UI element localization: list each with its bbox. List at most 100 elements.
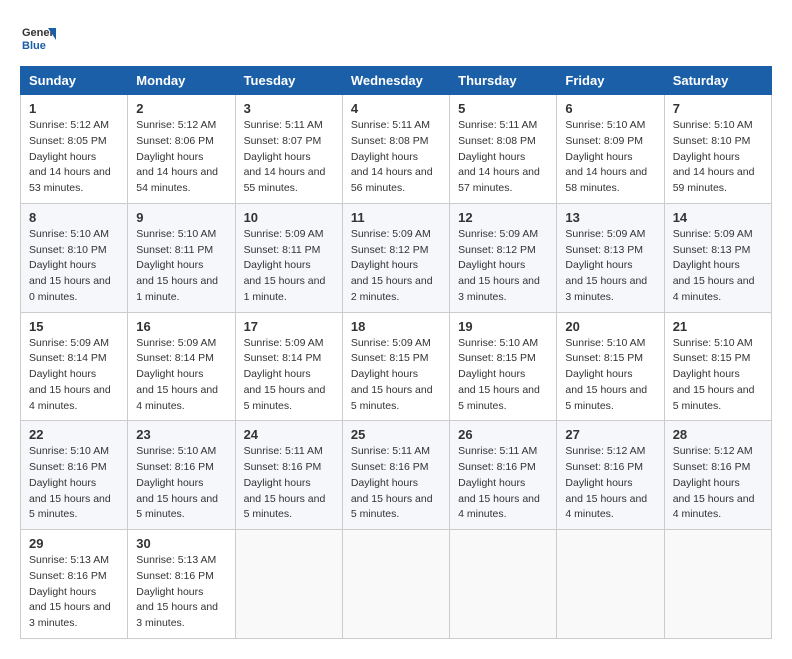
cell-details: Sunrise: 5:10 AMSunset: 8:10 PMDaylight … — [29, 228, 111, 303]
day-number: 1 — [29, 101, 119, 116]
cell-details: Sunrise: 5:11 AMSunset: 8:08 PMDaylight … — [458, 119, 540, 194]
day-of-week-header: Friday — [557, 67, 664, 95]
day-of-week-header: Thursday — [450, 67, 557, 95]
calendar-cell: 16 Sunrise: 5:09 AMSunset: 8:14 PMDaylig… — [128, 312, 235, 421]
calendar-cell: 3 Sunrise: 5:11 AMSunset: 8:07 PMDayligh… — [235, 95, 342, 204]
calendar-cell: 21 Sunrise: 5:10 AMSunset: 8:15 PMDaylig… — [664, 312, 771, 421]
cell-details: Sunrise: 5:09 AMSunset: 8:15 PMDaylight … — [351, 337, 433, 412]
cell-details: Sunrise: 5:10 AMSunset: 8:09 PMDaylight … — [565, 119, 647, 194]
calendar-cell — [235, 530, 342, 639]
day-number: 23 — [136, 427, 226, 442]
cell-details: Sunrise: 5:09 AMSunset: 8:12 PMDaylight … — [458, 228, 540, 303]
day-of-week-header: Sunday — [21, 67, 128, 95]
day-number: 16 — [136, 319, 226, 334]
cell-details: Sunrise: 5:11 AMSunset: 8:16 PMDaylight … — [458, 445, 540, 520]
day-number: 5 — [458, 101, 548, 116]
calendar-cell: 23 Sunrise: 5:10 AMSunset: 8:16 PMDaylig… — [128, 421, 235, 530]
calendar-week-row: 8 Sunrise: 5:10 AMSunset: 8:10 PMDayligh… — [21, 203, 772, 312]
day-of-week-header: Wednesday — [342, 67, 449, 95]
day-number: 30 — [136, 536, 226, 551]
cell-details: Sunrise: 5:11 AMSunset: 8:16 PMDaylight … — [244, 445, 326, 520]
calendar-cell: 6 Sunrise: 5:10 AMSunset: 8:09 PMDayligh… — [557, 95, 664, 204]
cell-details: Sunrise: 5:10 AMSunset: 8:11 PMDaylight … — [136, 228, 218, 303]
day-number: 20 — [565, 319, 655, 334]
calendar-week-row: 1 Sunrise: 5:12 AMSunset: 8:05 PMDayligh… — [21, 95, 772, 204]
day-number: 12 — [458, 210, 548, 225]
day-number: 7 — [673, 101, 763, 116]
day-of-week-header: Tuesday — [235, 67, 342, 95]
calendar-cell: 24 Sunrise: 5:11 AMSunset: 8:16 PMDaylig… — [235, 421, 342, 530]
calendar-cell: 11 Sunrise: 5:09 AMSunset: 8:12 PMDaylig… — [342, 203, 449, 312]
day-number: 15 — [29, 319, 119, 334]
calendar-cell: 2 Sunrise: 5:12 AMSunset: 8:06 PMDayligh… — [128, 95, 235, 204]
calendar-table: SundayMondayTuesdayWednesdayThursdayFrid… — [20, 66, 772, 639]
cell-details: Sunrise: 5:12 AMSunset: 8:06 PMDaylight … — [136, 119, 218, 194]
cell-details: Sunrise: 5:09 AMSunset: 8:11 PMDaylight … — [244, 228, 326, 303]
cell-details: Sunrise: 5:11 AMSunset: 8:07 PMDaylight … — [244, 119, 326, 194]
cell-details: Sunrise: 5:13 AMSunset: 8:16 PMDaylight … — [136, 554, 218, 629]
calendar-cell: 17 Sunrise: 5:09 AMSunset: 8:14 PMDaylig… — [235, 312, 342, 421]
calendar-cell: 25 Sunrise: 5:11 AMSunset: 8:16 PMDaylig… — [342, 421, 449, 530]
cell-details: Sunrise: 5:10 AMSunset: 8:15 PMDaylight … — [673, 337, 755, 412]
day-number: 29 — [29, 536, 119, 551]
calendar-cell: 29 Sunrise: 5:13 AMSunset: 8:16 PMDaylig… — [21, 530, 128, 639]
day-number: 14 — [673, 210, 763, 225]
cell-details: Sunrise: 5:09 AMSunset: 8:14 PMDaylight … — [136, 337, 218, 412]
calendar-cell — [450, 530, 557, 639]
cell-details: Sunrise: 5:09 AMSunset: 8:13 PMDaylight … — [565, 228, 647, 303]
day-number: 25 — [351, 427, 441, 442]
cell-details: Sunrise: 5:13 AMSunset: 8:16 PMDaylight … — [29, 554, 111, 629]
day-number: 18 — [351, 319, 441, 334]
calendar-week-row: 22 Sunrise: 5:10 AMSunset: 8:16 PMDaylig… — [21, 421, 772, 530]
cell-details: Sunrise: 5:09 AMSunset: 8:13 PMDaylight … — [673, 228, 755, 303]
calendar-cell: 13 Sunrise: 5:09 AMSunset: 8:13 PMDaylig… — [557, 203, 664, 312]
day-number: 21 — [673, 319, 763, 334]
calendar-cell: 5 Sunrise: 5:11 AMSunset: 8:08 PMDayligh… — [450, 95, 557, 204]
cell-details: Sunrise: 5:10 AMSunset: 8:16 PMDaylight … — [136, 445, 218, 520]
day-of-week-header: Monday — [128, 67, 235, 95]
day-number: 27 — [565, 427, 655, 442]
day-number: 22 — [29, 427, 119, 442]
calendar-cell: 14 Sunrise: 5:09 AMSunset: 8:13 PMDaylig… — [664, 203, 771, 312]
day-number: 9 — [136, 210, 226, 225]
cell-details: Sunrise: 5:09 AMSunset: 8:14 PMDaylight … — [244, 337, 326, 412]
calendar-cell: 10 Sunrise: 5:09 AMSunset: 8:11 PMDaylig… — [235, 203, 342, 312]
calendar-cell: 8 Sunrise: 5:10 AMSunset: 8:10 PMDayligh… — [21, 203, 128, 312]
page-header: General Blue — [20, 20, 772, 56]
day-number: 17 — [244, 319, 334, 334]
calendar-cell — [557, 530, 664, 639]
day-number: 19 — [458, 319, 548, 334]
calendar-cell: 19 Sunrise: 5:10 AMSunset: 8:15 PMDaylig… — [450, 312, 557, 421]
calendar-cell: 12 Sunrise: 5:09 AMSunset: 8:12 PMDaylig… — [450, 203, 557, 312]
logo-icon: General Blue — [20, 20, 56, 56]
calendar-cell: 30 Sunrise: 5:13 AMSunset: 8:16 PMDaylig… — [128, 530, 235, 639]
calendar-cell: 28 Sunrise: 5:12 AMSunset: 8:16 PMDaylig… — [664, 421, 771, 530]
calendar-cell: 27 Sunrise: 5:12 AMSunset: 8:16 PMDaylig… — [557, 421, 664, 530]
cell-details: Sunrise: 5:10 AMSunset: 8:10 PMDaylight … — [673, 119, 755, 194]
day-number: 11 — [351, 210, 441, 225]
calendar-cell: 4 Sunrise: 5:11 AMSunset: 8:08 PMDayligh… — [342, 95, 449, 204]
day-number: 26 — [458, 427, 548, 442]
day-of-week-header: Saturday — [664, 67, 771, 95]
day-number: 6 — [565, 101, 655, 116]
cell-details: Sunrise: 5:12 AMSunset: 8:16 PMDaylight … — [673, 445, 755, 520]
calendar-cell: 26 Sunrise: 5:11 AMSunset: 8:16 PMDaylig… — [450, 421, 557, 530]
calendar-cell — [664, 530, 771, 639]
cell-details: Sunrise: 5:12 AMSunset: 8:05 PMDaylight … — [29, 119, 111, 194]
cell-details: Sunrise: 5:11 AMSunset: 8:08 PMDaylight … — [351, 119, 433, 194]
day-number: 3 — [244, 101, 334, 116]
day-number: 4 — [351, 101, 441, 116]
calendar-cell: 18 Sunrise: 5:09 AMSunset: 8:15 PMDaylig… — [342, 312, 449, 421]
calendar-week-row: 29 Sunrise: 5:13 AMSunset: 8:16 PMDaylig… — [21, 530, 772, 639]
cell-details: Sunrise: 5:10 AMSunset: 8:15 PMDaylight … — [565, 337, 647, 412]
cell-details: Sunrise: 5:09 AMSunset: 8:12 PMDaylight … — [351, 228, 433, 303]
calendar-cell: 22 Sunrise: 5:10 AMSunset: 8:16 PMDaylig… — [21, 421, 128, 530]
cell-details: Sunrise: 5:11 AMSunset: 8:16 PMDaylight … — [351, 445, 433, 520]
calendar-cell — [342, 530, 449, 639]
day-number: 2 — [136, 101, 226, 116]
day-number: 13 — [565, 210, 655, 225]
calendar-cell: 7 Sunrise: 5:10 AMSunset: 8:10 PMDayligh… — [664, 95, 771, 204]
cell-details: Sunrise: 5:09 AMSunset: 8:14 PMDaylight … — [29, 337, 111, 412]
day-number: 8 — [29, 210, 119, 225]
svg-text:Blue: Blue — [22, 40, 46, 52]
